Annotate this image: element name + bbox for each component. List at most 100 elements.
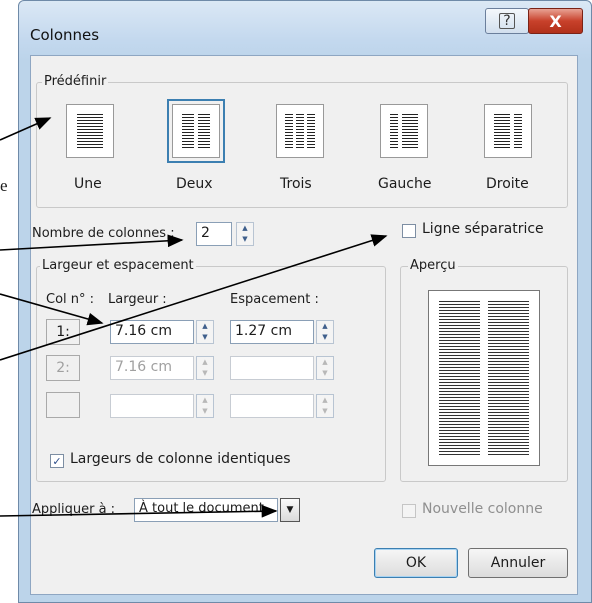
- preview-line: [488, 388, 529, 389]
- preview-line: [439, 400, 480, 401]
- preset-right[interactable]: [484, 104, 532, 158]
- preview-line: [488, 436, 529, 437]
- preset-right-label: Droite: [486, 176, 529, 192]
- preview-line: [488, 433, 529, 434]
- appliquer-select[interactable]: À tout le document: [134, 498, 278, 522]
- preview-line: [488, 322, 529, 323]
- preview-line: [439, 301, 480, 302]
- spin-down-icon[interactable]: ▼: [317, 406, 333, 417]
- preview-line: [488, 394, 529, 395]
- spin-down-icon[interactable]: ▼: [197, 332, 213, 343]
- spin-up-icon[interactable]: ▲: [237, 223, 253, 234]
- spin-down-icon[interactable]: ▼: [317, 368, 333, 379]
- spin-up-icon[interactable]: ▲: [317, 395, 333, 406]
- ligne-separatrice-checkbox[interactable]: [402, 224, 416, 238]
- ok-button[interactable]: OK: [374, 548, 458, 578]
- preview-line: [439, 319, 480, 320]
- preview-line: [439, 337, 480, 338]
- preview-line: [439, 361, 480, 362]
- preview-line: [488, 448, 529, 449]
- spin-up-icon[interactable]: ▲: [317, 357, 333, 368]
- spin-up-icon[interactable]: ▲: [197, 395, 213, 406]
- espacement-spinner-2[interactable]: ▲ ▼: [316, 356, 334, 380]
- preview-line: [439, 448, 480, 449]
- largeur-input-1[interactable]: 7.16 cm: [110, 320, 194, 344]
- preview-line: [439, 307, 480, 308]
- preset-group-label: Prédéfinir: [42, 74, 109, 89]
- preset-left[interactable]: [380, 104, 428, 158]
- preview-column-left: [439, 301, 480, 455]
- help-button[interactable]: ?: [485, 8, 529, 34]
- preview-column-right: [488, 301, 529, 455]
- spin-up-icon[interactable]: ▲: [197, 357, 213, 368]
- largeur-spinner-1[interactable]: ▲ ▼: [196, 320, 214, 344]
- close-button[interactable]: X: [528, 8, 583, 34]
- preview-line: [439, 454, 480, 455]
- preview-line: [439, 355, 480, 356]
- preview-line: [439, 352, 480, 353]
- preview-line: [439, 430, 480, 431]
- largeur-spinner-3[interactable]: ▲ ▼: [196, 394, 214, 418]
- spin-down-icon[interactable]: ▼: [317, 332, 333, 343]
- preview-line: [488, 412, 529, 413]
- preview-line: [488, 328, 529, 329]
- preview-line: [488, 325, 529, 326]
- largeur-spinner-2[interactable]: ▲ ▼: [196, 356, 214, 380]
- preset-left-label: Gauche: [378, 176, 432, 192]
- espacement-input-1[interactable]: 1.27 cm: [230, 320, 314, 344]
- espacement-spinner-3[interactable]: ▲ ▼: [316, 394, 334, 418]
- two-columns-icon: [167, 99, 225, 163]
- dialog-title: Colonnes: [30, 26, 100, 44]
- preset-two-label: Deux: [176, 176, 213, 192]
- preview-line: [488, 427, 529, 428]
- preview-line: [488, 352, 529, 353]
- preview-line: [439, 334, 480, 335]
- preview-line: [439, 436, 480, 437]
- largeur-input-2[interactable]: 7.16 cm: [110, 356, 194, 380]
- spin-up-icon[interactable]: ▲: [197, 321, 213, 332]
- preview-line: [488, 331, 529, 332]
- checkmark-icon: ✓: [52, 454, 62, 468]
- preview-line: [439, 328, 480, 329]
- preview-line: [488, 307, 529, 308]
- preset-three-label: Trois: [280, 176, 312, 192]
- espacement-input-2[interactable]: [230, 356, 314, 380]
- nombre-colonnes-input[interactable]: 2: [196, 222, 232, 246]
- preview-line: [439, 325, 480, 326]
- preview-line: [488, 337, 529, 338]
- preview-line: [488, 421, 529, 422]
- preview-line: [439, 424, 480, 425]
- preview-line: [488, 451, 529, 452]
- preview-line: [439, 373, 480, 374]
- col-number-1: 1:: [46, 319, 80, 345]
- preview-line: [439, 340, 480, 341]
- preview-line: [439, 379, 480, 380]
- spin-up-icon[interactable]: ▲: [317, 321, 333, 332]
- preview-line: [488, 430, 529, 431]
- preset-three[interactable]: [276, 104, 324, 158]
- largeurs-identiques-label: Largeurs de colonne identiques: [70, 451, 291, 467]
- nombre-colonnes-spinner[interactable]: ▲ ▼: [236, 222, 254, 246]
- largeurs-identiques-checkbox[interactable]: ✓: [50, 454, 64, 468]
- preset-two[interactable]: [167, 99, 225, 163]
- spin-down-icon[interactable]: ▼: [197, 368, 213, 379]
- nouvelle-colonne-checkbox[interactable]: [402, 504, 416, 518]
- preview-line: [488, 379, 529, 380]
- largeur-input-3[interactable]: [110, 394, 194, 418]
- preview-line: [488, 310, 529, 311]
- espacement-spinner-1[interactable]: ▲ ▼: [316, 320, 334, 344]
- preview-line: [439, 442, 480, 443]
- cancel-button[interactable]: Annuler: [468, 548, 568, 578]
- preview-line: [488, 346, 529, 347]
- espacement-input-3[interactable]: [230, 394, 314, 418]
- preset-one[interactable]: [66, 104, 114, 158]
- preview-line: [488, 385, 529, 386]
- preview-line: [439, 403, 480, 404]
- appliquer-dropdown-button[interactable]: ▼: [280, 498, 300, 522]
- spin-down-icon[interactable]: ▼: [237, 234, 253, 245]
- spin-down-icon[interactable]: ▼: [197, 406, 213, 417]
- preview-line: [439, 445, 480, 446]
- preview-line: [439, 406, 480, 407]
- preview-line: [488, 319, 529, 320]
- preview-line: [439, 304, 480, 305]
